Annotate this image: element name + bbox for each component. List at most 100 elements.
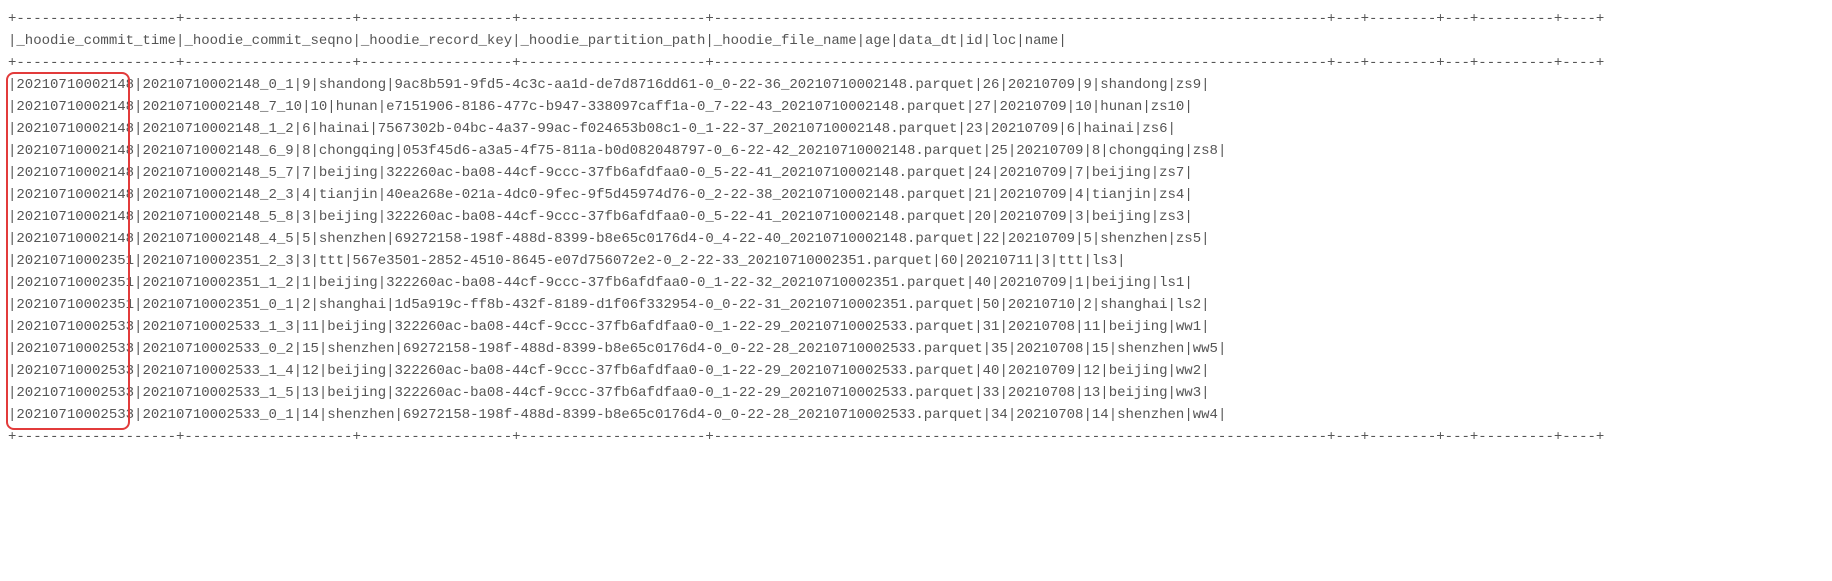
table-cell: |3 (1067, 206, 1084, 228)
table-cell: |2 (1075, 294, 1092, 316)
table-cell-text: shanghai (1100, 297, 1167, 313)
cell-separator: | (1067, 187, 1075, 203)
cell-separator: | (294, 77, 302, 93)
table-cell-text: shenzhen (319, 231, 386, 247)
cell-separator: | (1184, 407, 1192, 423)
table-cell: |9ac8b591-9fd5-4c3c-aa1d-de7d8716dd61-0_… (386, 74, 974, 96)
cell-separator: | (1184, 143, 1192, 159)
table-cell-text: beijing (1109, 363, 1168, 379)
divider-cell: +--- (1436, 8, 1470, 30)
table-cell: |27 (966, 96, 991, 118)
table-cell-text: 1d5a919c-ff8b-432f-8189-d1f06f332954-0_0… (395, 297, 975, 313)
cell-separator: | (974, 319, 982, 335)
table-cell-text: shenzhen (327, 341, 394, 357)
divider-row: +-------------------+-------------------… (8, 8, 1604, 30)
table-cell: |e7151906-8186-477c-b947-338097caff1a-0_… (378, 96, 966, 118)
table-cell: |20210710002148_4_5 (134, 228, 294, 250)
table-cell-text: 322260ac-ba08-44cf-9ccc-37fb6afdfaa0-0_5… (386, 209, 966, 225)
table-cell-text: beijing (1092, 209, 1151, 225)
table-row: |20210710002351 |20210710002351_0_1 |2 |… (8, 294, 1604, 316)
cell-separator: | (310, 187, 318, 203)
table-cell-text: 8 (302, 143, 310, 159)
table-cell: |567e3501-2852-4510-8645-e07d756072e2-0_… (344, 250, 932, 272)
cell-separator: | (1168, 231, 1176, 247)
cell-separator: | (983, 33, 991, 49)
table-cell-text: 20210710002148_5_8 (142, 209, 293, 225)
table-cell-text: hainai (1083, 121, 1133, 137)
cell-end: | (1201, 382, 1209, 404)
table-cell-text: 20210710002351 (16, 297, 134, 313)
table-cell-text: 31 (983, 319, 1000, 335)
table-cell-text: 20210710002148_6_9 (142, 143, 293, 159)
table-cell-text: 20210708 (1008, 319, 1075, 335)
cell-end: | (1201, 228, 1209, 250)
table-cell-text: e7151906-8186-477c-b947-338097caff1a-0_7… (386, 99, 966, 115)
header-cell-text: name (1025, 33, 1059, 49)
table-cell-text: 40ea268e-021a-4dc0-9fec-9f5d45974d76-0_2… (386, 187, 966, 203)
table-cell: |20210710002351 (8, 250, 134, 272)
table-cell-text: 3 (302, 209, 310, 225)
cell-separator: | (310, 253, 318, 269)
table-cell: |20210710002148_6_9 (134, 140, 294, 162)
cell-separator: | (966, 187, 974, 203)
table-cell: |10 (302, 96, 327, 118)
table-cell-text: 21 (974, 187, 991, 203)
cell-separator: | (310, 297, 318, 313)
table-cell: |20210710002148 (8, 206, 134, 228)
cell-separator: | (310, 275, 318, 291)
table-row: |20210710002148 |20210710002148_5_8 |3 |… (8, 206, 1604, 228)
table-cell: |40 (966, 272, 991, 294)
table-cell-text: 15 (1092, 341, 1109, 357)
table-cell-text: zs9 (1176, 77, 1201, 93)
table-cell-text: 6 (1067, 121, 1075, 137)
header-cell: |_hoodie_commit_seqno (176, 30, 352, 52)
divider-cell: +---------------------------------------… (705, 426, 1327, 448)
cell-separator: | (999, 319, 1007, 335)
table-cell-text: 20210710002148 (16, 121, 134, 137)
cell-separator: | (1083, 143, 1091, 159)
cell-separator: | (1058, 121, 1066, 137)
cell-separator: | (1067, 99, 1075, 115)
cell-separator: | (1016, 33, 1024, 49)
table-cell: |20210709 (991, 162, 1067, 184)
table-cell: |ttt (1050, 250, 1084, 272)
table-cell-text: 50 (983, 297, 1000, 313)
table-cell: |20210710002533 (8, 316, 134, 338)
table-cell-text: 3 (302, 253, 310, 269)
header-cell: |_hoodie_partition_path (512, 30, 705, 52)
table-row: |20210710002148 |20210710002148_1_2 |6 |… (8, 118, 1604, 140)
cell-separator: | (294, 231, 302, 247)
cell-end: | (1184, 96, 1192, 118)
table-cell-text: 4 (302, 187, 310, 203)
table-cell: |shandong (1092, 74, 1168, 96)
header-cell-text: id (966, 33, 983, 49)
table-cell: |20210710002533 (8, 360, 134, 382)
divider-cell: +--- (1327, 8, 1361, 30)
table-cell-text: 20210710002533_0_1 (142, 407, 293, 423)
table-cell-text: 20210710002533 (16, 319, 134, 335)
table-cell: |20210710002533 (8, 404, 134, 426)
header-cell: |name (1016, 30, 1058, 52)
table-cell-text: 33 (983, 385, 1000, 401)
table-cell: |33 (974, 382, 999, 404)
header-cell: |data_dt (890, 30, 957, 52)
table-cell-text: beijing (1109, 385, 1168, 401)
table-cell-text: 11 (1083, 319, 1100, 335)
table-cell: |13 (1075, 382, 1100, 404)
divider-cell: +---------------------- (512, 8, 705, 30)
table-cell: |4 (294, 184, 311, 206)
table-cell-text: 20210708 (1008, 385, 1075, 401)
table-cell: |20210710002148_5_8 (134, 206, 294, 228)
table-row: |20210710002351 |20210710002351_2_3 |3 |… (8, 250, 1604, 272)
divider-cell: +---------------------- (512, 52, 705, 74)
table-cell: |13 (294, 382, 319, 404)
cell-separator: | (386, 385, 394, 401)
cell-separator: | (395, 407, 403, 423)
table-cell: |20210709 (991, 272, 1067, 294)
table-cell: |20210708 (999, 382, 1075, 404)
table-cell: |zs8 (1184, 140, 1218, 162)
divider-cell: +--- (1327, 426, 1361, 448)
table-cell-text: 23 (966, 121, 983, 137)
table-cell-text: 053f45d6-a3a5-4f75-811a-b0d082048797-0_6… (403, 143, 983, 159)
header-cell: |age (857, 30, 891, 52)
